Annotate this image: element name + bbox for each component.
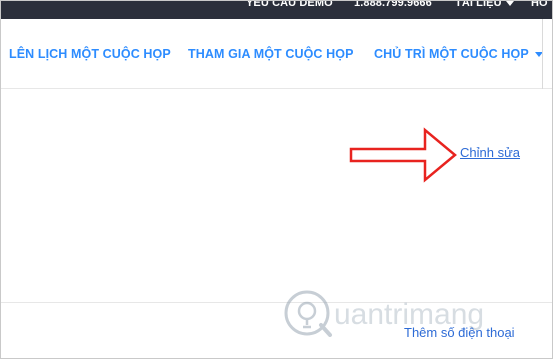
add-phone-link[interactable]: Thêm số điện thoại (404, 325, 515, 340)
request-demo-link[interactable]: YÊU CẦU DEMO (246, 1, 333, 9)
resources-menu[interactable]: TÀI LIỆU (455, 0, 514, 9)
phone-number-link[interactable]: 1.888.799.9666 (354, 1, 432, 9)
nav-schedule-meeting[interactable]: LÊN LỊCH MỘT CUỘC HỌP (9, 47, 171, 61)
resources-menu-label: TÀI LIỆU (455, 0, 502, 9)
nav-divider (542, 19, 543, 89)
support-menu[interactable]: HỖ (531, 1, 548, 9)
nav-join-meeting[interactable]: THAM GIA MỘT CUỘC HỌP (188, 47, 354, 61)
nav-host-meeting-label: CHỦ TRÌ MỘT CUỘC HỌP (374, 47, 529, 61)
edit-link[interactable]: Chỉnh sửa (460, 145, 520, 160)
browser-viewport: YÊU CẦU DEMO 1.888.799.9666 TÀI LIỆU HỖ … (0, 0, 553, 359)
annotation-arrow-icon (349, 127, 457, 183)
top-utility-bar: YÊU CẦU DEMO 1.888.799.9666 TÀI LIỆU HỖ (1, 0, 552, 19)
nav-host-meeting[interactable]: CHỦ TRÌ MỘT CUỘC HỌP (374, 47, 543, 61)
main-navigation: LÊN LỊCH MỘT CUỘC HỌP THAM GIA MỘT CUỘC … (1, 19, 552, 89)
chevron-down-icon (505, 1, 514, 6)
